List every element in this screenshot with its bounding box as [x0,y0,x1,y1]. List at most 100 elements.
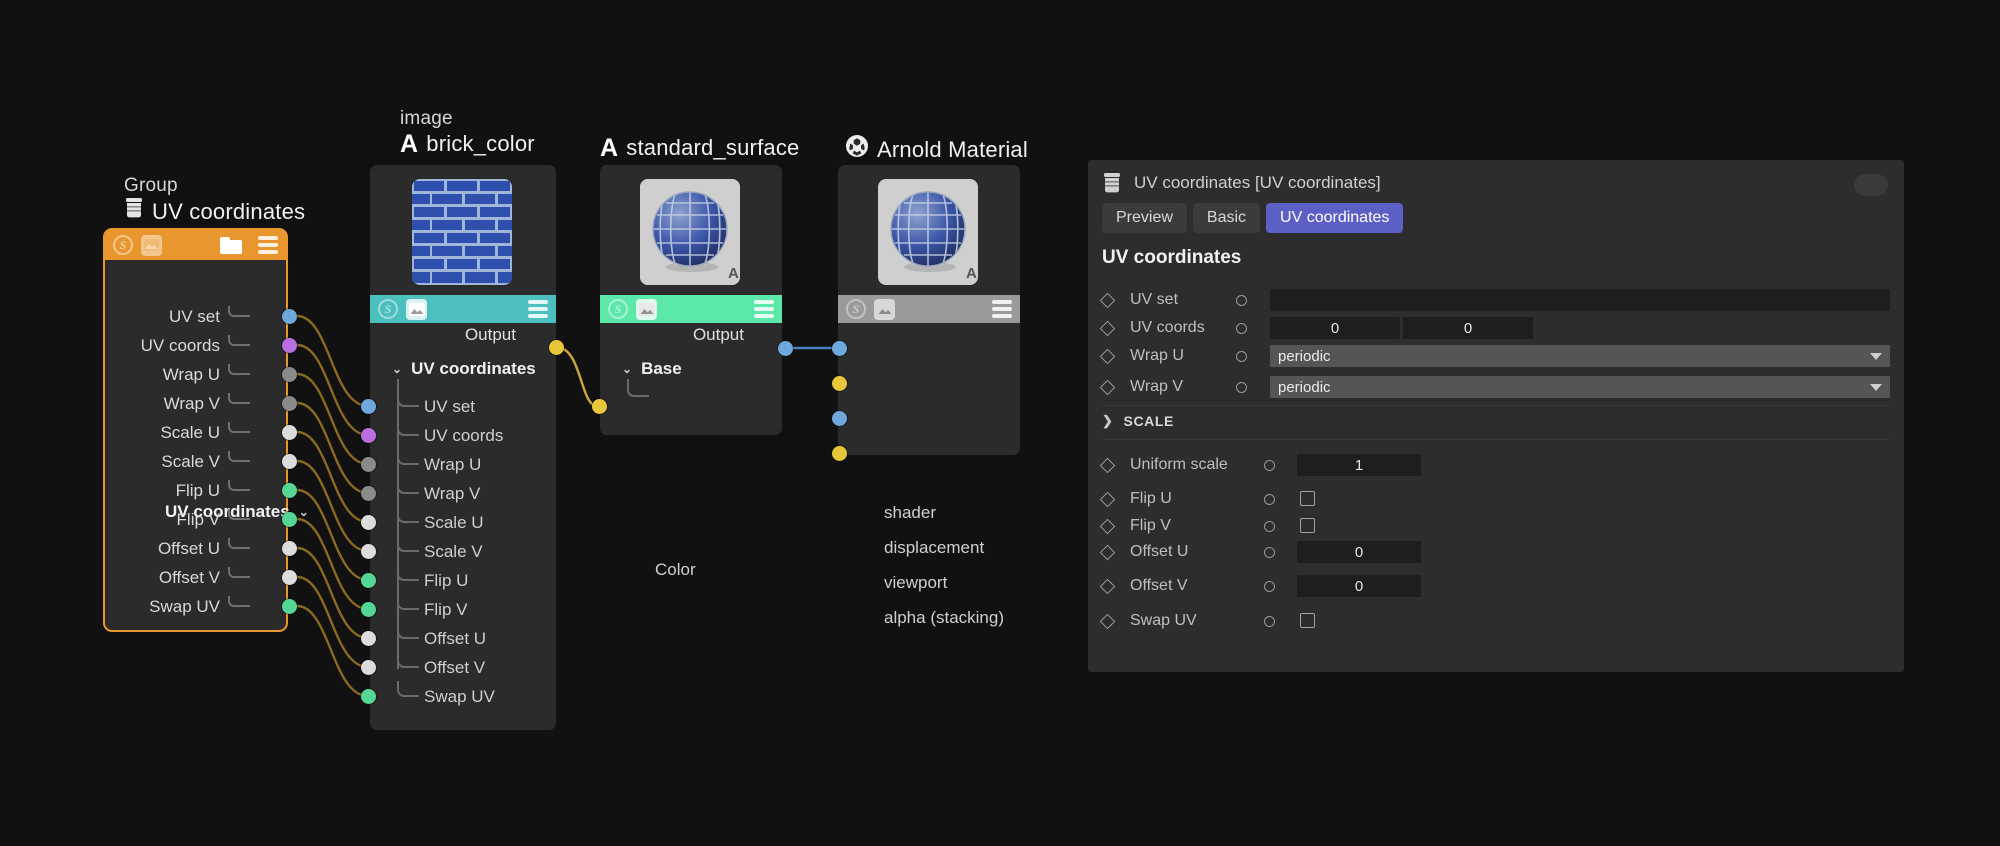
image-node-section-header[interactable]: ⌄ UV coordinates [392,359,536,379]
group-port-label: UV coords [140,336,220,355]
s-icon[interactable]: S [846,299,866,319]
keyframe-diamond-icon[interactable] [1099,544,1116,560]
material-input-dot[interactable] [832,446,847,461]
group-port-dot[interactable] [282,454,297,469]
swap-uv-checkbox[interactable] [1300,613,1315,628]
connect-circle-icon[interactable] [1264,580,1275,592]
group-port-dot[interactable] [282,309,297,324]
image-node-name: brick_color [426,131,535,156]
scale-group-header[interactable]: ❯ SCALE [1102,413,1174,429]
surface-input-dot[interactable] [592,399,607,414]
connect-circle-icon[interactable] [1264,459,1275,471]
chevron-down-icon[interactable]: ⌄ [622,362,632,376]
group-port-dot[interactable] [282,541,297,556]
connect-circle-icon[interactable] [1236,350,1247,362]
panel-corner-button[interactable] [1854,174,1888,196]
connect-circle-icon[interactable] [1264,493,1275,505]
connect-circle-icon[interactable] [1264,520,1275,532]
uv-coords-v-input[interactable]: 0 [1403,317,1533,339]
group-port-dot[interactable] [282,425,297,440]
image-input-dot[interactable] [361,660,376,675]
connect-circle-icon[interactable] [1264,615,1275,627]
group-port-dot[interactable] [282,338,297,353]
s-icon[interactable]: S [113,235,133,255]
wrap-v-dropdown[interactable]: periodic [1270,376,1890,398]
keyframe-diamond-icon[interactable] [1099,320,1116,336]
flip-u-checkbox[interactable] [1300,491,1315,506]
chevron-down-icon[interactable]: ⌄ [299,505,309,519]
offset-v-input[interactable]: 0 [1297,575,1421,597]
surface-node[interactable]: A S Output ⌄ Base Color [600,165,782,579]
material-input-dot[interactable] [832,376,847,391]
image-input-dot[interactable] [361,428,376,443]
image-input-dot[interactable] [361,399,376,414]
hamburger-icon[interactable] [754,300,774,318]
flip-v-checkbox[interactable] [1300,518,1315,533]
image-input-dot[interactable] [361,515,376,530]
keyframe-diamond-icon[interactable] [1099,518,1116,534]
image-input-dot[interactable] [361,457,376,472]
s-icon[interactable]: S [378,299,398,319]
keyframe-diamond-icon[interactable] [1099,379,1116,395]
offset-u-input[interactable]: 0 [1297,541,1421,563]
material-node-header[interactable]: S [838,295,1020,323]
surface-node-header[interactable]: S [600,295,782,323]
keyframe-diamond-icon[interactable] [1099,348,1116,364]
image-input-label: UV set [424,396,476,416]
image-icon[interactable] [406,298,427,320]
connect-circle-icon[interactable] [1236,322,1247,334]
image-node-output-dot[interactable] [549,340,564,355]
image-input-dot[interactable] [361,544,376,559]
image-icon[interactable] [141,234,162,256]
keyframe-diamond-icon[interactable] [1099,613,1116,629]
chevron-right-icon[interactable]: ❯ [1102,413,1114,429]
keyframe-diamond-icon[interactable] [1099,491,1116,507]
group-port-dot[interactable] [282,512,297,527]
image-input-dot[interactable] [361,631,376,646]
chevron-down-icon[interactable]: ⌄ [392,362,402,376]
wrap-u-dropdown[interactable]: periodic [1270,345,1890,367]
image-node-output-label: Output [464,325,516,344]
chevron-down-icon[interactable] [1870,383,1882,391]
image-icon[interactable] [636,298,657,320]
image-input-dot[interactable] [361,689,376,704]
property-label: Flip V [1130,517,1171,534]
tab-preview[interactable]: Preview [1102,203,1187,233]
image-input-dot[interactable] [361,602,376,617]
group-port-dot[interactable] [282,396,297,411]
hamburger-icon[interactable] [258,236,278,254]
tab-uv-coordinates[interactable]: UV coordinates [1266,203,1404,233]
group-node-header[interactable]: S [105,230,286,260]
material-input-dot[interactable] [832,341,847,356]
surface-node-section-label: Base [641,359,682,378]
image-input-dot[interactable] [361,573,376,588]
folder-icon[interactable] [220,236,242,254]
image-icon[interactable] [874,298,895,320]
hamburger-icon[interactable] [992,300,1012,318]
s-icon[interactable]: S [608,299,628,319]
connect-circle-icon[interactable] [1264,546,1275,558]
keyframe-diamond-icon[interactable] [1099,578,1116,594]
uniform-scale-input[interactable]: 1 [1297,454,1421,476]
material-input-dot[interactable] [832,411,847,426]
group-port-dot[interactable] [282,599,297,614]
group-port-dot[interactable] [282,483,297,498]
connect-circle-icon[interactable] [1236,294,1247,306]
uv-set-input[interactable] [1270,289,1890,311]
hamburger-icon[interactable] [528,300,548,318]
connect-circle-icon[interactable] [1236,381,1247,393]
group-port-dot[interactable] [282,570,297,585]
surface-node-section-header[interactable]: ⌄ Base [622,359,682,379]
keyframe-diamond-icon[interactable] [1099,457,1116,473]
image-node-header[interactable]: S [370,295,556,323]
surface-node-output-dot[interactable] [778,341,793,356]
image-input-dot[interactable] [361,486,376,501]
material-node[interactable]: A S shader displacement viewport alpha (… [838,165,1020,627]
group-port-dot[interactable] [282,367,297,382]
chevron-down-icon[interactable] [1870,352,1882,360]
wrap-u-value: periodic [1278,347,1331,365]
uv-coords-u-input[interactable]: 0 [1270,317,1400,339]
port-stub [228,596,250,607]
tab-basic[interactable]: Basic [1192,203,1261,233]
keyframe-diamond-icon[interactable] [1099,292,1116,308]
